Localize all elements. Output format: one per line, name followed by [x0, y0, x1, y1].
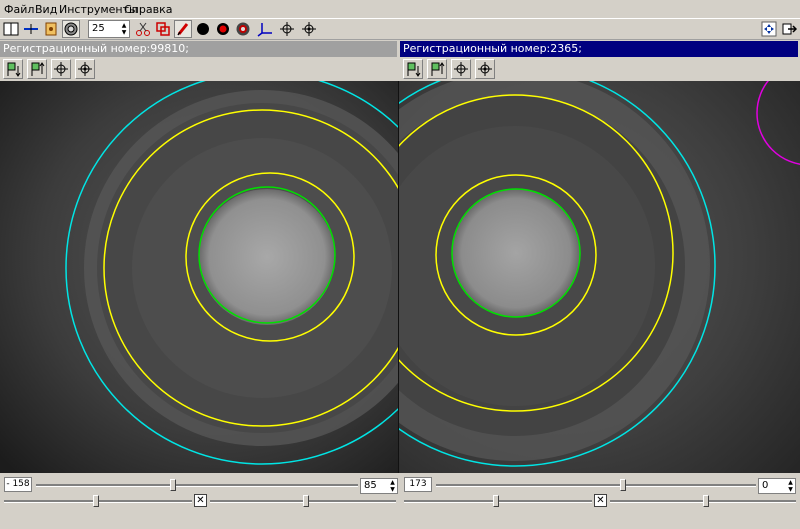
left-coord-display[interactable]: - 158: [4, 477, 32, 492]
right-slider-value: 0: [762, 480, 769, 491]
spin-up-icon[interactable]: ▲: [120, 22, 128, 29]
overlay-icon[interactable]: [154, 20, 172, 38]
left-slider-spinbox[interactable]: 85 ▲ ▼: [360, 478, 398, 494]
left-flag-up-icon[interactable]: [27, 59, 47, 79]
zoom-value: 25: [92, 23, 105, 34]
crosshair-line-icon[interactable]: [22, 20, 40, 38]
crosshair-icon[interactable]: [278, 20, 296, 38]
menu-view[interactable]: Вид: [35, 3, 57, 16]
left-position-slider[interactable]: [36, 484, 358, 487]
menu-bar: Файл Вид Инструменты Справка: [0, 0, 800, 18]
right-slider-spinbox[interactable]: 0 ▲ ▼: [758, 478, 796, 494]
right-crosshair-dot-icon[interactable]: [475, 59, 495, 79]
crosshair-dot-icon[interactable]: [300, 20, 318, 38]
right-position-slider[interactable]: [436, 484, 756, 487]
marker-icon[interactable]: [42, 20, 60, 38]
axes-icon[interactable]: [256, 20, 274, 38]
right-flag-down-icon[interactable]: [403, 59, 423, 79]
left-panel-header[interactable]: Регистрационный номер:99810;: [0, 41, 397, 57]
menu-file[interactable]: Файл: [4, 3, 34, 16]
spin-down-icon[interactable]: ▼: [120, 29, 128, 36]
split-view-icon[interactable]: [2, 20, 20, 38]
right-image-view[interactable]: [399, 81, 800, 473]
left-crosshair-dot-icon[interactable]: [75, 59, 95, 79]
zoom-spinbox[interactable]: 25 ▲ ▼: [88, 20, 130, 38]
target-icon[interactable]: [62, 20, 80, 38]
pen-icon[interactable]: [174, 20, 192, 38]
left-reset-button[interactable]: ✕: [194, 494, 207, 507]
menu-help[interactable]: Справка: [124, 3, 172, 16]
right-coord-display[interactable]: 173: [404, 477, 432, 492]
spin-down-icon[interactable]: ▼: [389, 487, 396, 493]
left-flag-down-icon[interactable]: [3, 59, 23, 79]
filled-circle-icon[interactable]: [194, 20, 212, 38]
move-icon[interactable]: [760, 20, 778, 38]
left-position-slider-thumb[interactable]: [170, 479, 176, 491]
ring-icon[interactable]: [234, 20, 252, 38]
right-offset-slider-b-thumb[interactable]: [703, 495, 709, 507]
right-position-slider-thumb[interactable]: [620, 479, 626, 491]
right-flag-up-icon[interactable]: [427, 59, 447, 79]
spin-down-icon[interactable]: ▼: [787, 487, 794, 493]
right-reset-button[interactable]: ✕: [594, 494, 607, 507]
scissors-icon[interactable]: [134, 20, 152, 38]
red-ring-icon[interactable]: [214, 20, 232, 38]
right-panel-header[interactable]: Регистрационный номер:2365;: [400, 41, 798, 57]
left-offset-slider-a-thumb[interactable]: [93, 495, 99, 507]
right-crosshair-icon[interactable]: [451, 59, 471, 79]
left-slider-value: 85: [364, 480, 377, 491]
exit-icon[interactable]: [780, 20, 798, 38]
main-toolbar: 25 ▲ ▼: [0, 18, 800, 40]
right-offset-slider-a-thumb[interactable]: [493, 495, 499, 507]
left-image-view[interactable]: [0, 81, 398, 473]
left-crosshair-icon[interactable]: [51, 59, 71, 79]
bottom-controls: - 158 85 ▲ ▼ ✕ 173 0 ▲ ▼ ✕: [0, 473, 800, 529]
left-offset-slider-b-thumb[interactable]: [303, 495, 309, 507]
